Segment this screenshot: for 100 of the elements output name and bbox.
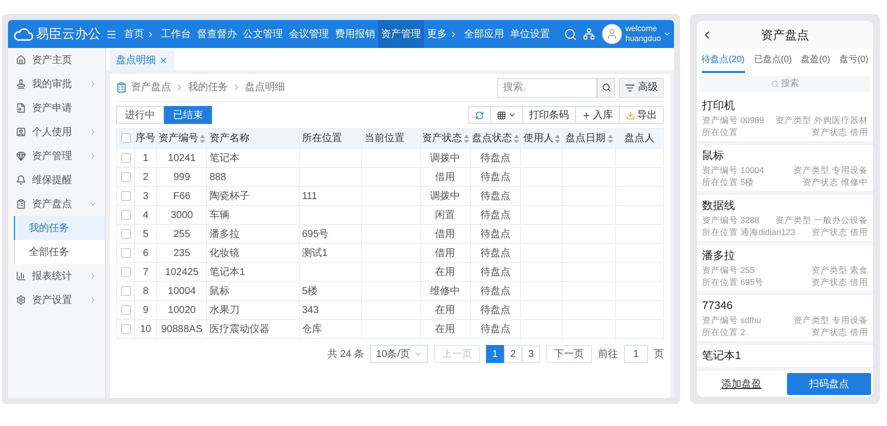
caret-icon[interactable]: [663, 30, 671, 38]
menu-icon[interactable]: [106, 28, 117, 40]
advanced-button[interactable]: 高级: [619, 78, 664, 98]
checkbox[interactable]: [120, 172, 131, 182]
chevron-icon: [232, 83, 241, 92]
search-icon[interactable]: [564, 28, 578, 40]
checkbox[interactable]: [120, 190, 131, 201]
goto-page-field[interactable]: 1: [624, 345, 648, 363]
tab[interactable]: 待盘点(20): [702, 49, 745, 73]
page-number[interactable]: 3: [522, 345, 540, 363]
checkbox[interactable]: [120, 228, 131, 239]
nav-item[interactable]: 更多: [424, 20, 461, 48]
checkbox[interactable]: [120, 286, 131, 296]
print-barcode-button[interactable]: 打印条码: [523, 107, 576, 123]
chevron-icon: [175, 83, 184, 92]
nav-item[interactable]: 资产管理: [378, 20, 424, 48]
avatar[interactable]: [602, 24, 622, 44]
search-button[interactable]: [597, 78, 615, 98]
nav-item[interactable]: 费用报销: [332, 20, 378, 48]
asset-field: 资产状态 借用: [812, 126, 868, 138]
status-toggle[interactable]: 已结束: [164, 106, 212, 124]
breadcrumb-item[interactable]: 资产盘点: [131, 80, 171, 95]
sort-icon[interactable]: [200, 134, 206, 142]
checkbox[interactable]: [120, 133, 131, 144]
sidebar-item[interactable]: 资产申请: [8, 96, 105, 120]
asset-title: 打印机: [702, 99, 736, 113]
asset-title: 笔记本1: [702, 349, 742, 363]
table-cell: 借用: [435, 172, 456, 182]
search-placeholder: 搜索: [781, 77, 799, 90]
nav-item[interactable]: 督查督办: [194, 20, 240, 48]
sidebar-item[interactable]: 资产管理: [8, 144, 105, 168]
tab[interactable]: 已盘点(0): [754, 49, 792, 73]
breadcrumb-item: 盘点明细: [245, 80, 285, 95]
asset-field: 资产类型 素食: [812, 264, 868, 276]
sort-icon[interactable]: [608, 134, 612, 142]
asset-card[interactable]: 鼠标 资产编号 10004 资产类型 专用设备 所在位置 5楼 资产状态 维修中: [697, 145, 873, 195]
page-number[interactable]: 2: [504, 345, 522, 363]
checkbox[interactable]: [120, 152, 131, 163]
table-cell: 待盘点: [480, 324, 510, 334]
checkbox[interactable]: [120, 304, 131, 315]
sidebar-subitem[interactable]: 全部任务: [14, 240, 105, 264]
asset-field: 所在位置 通海didian123: [702, 226, 796, 238]
asset-card[interactable]: 潘多拉 资产编号 255 资产类型 素食 所在位置 695号 资产状态 借用: [697, 245, 873, 295]
sidebar-subitem[interactable]: 我的任务: [14, 216, 105, 240]
page-tab[interactable]: 盘点明细: [110, 50, 174, 70]
sort-icon[interactable]: [555, 134, 560, 142]
sidebar-item[interactable]: 资产盘点: [8, 192, 105, 216]
org-chart-icon[interactable]: [583, 28, 596, 40]
close-icon[interactable]: [159, 56, 168, 64]
table-cell: 102425: [165, 266, 199, 278]
sidebar-item[interactable]: 我的审批: [8, 72, 105, 96]
asset-title: 潘多拉: [702, 249, 736, 263]
nav-item[interactable]: 工作台: [158, 20, 194, 48]
asset-card[interactable]: 77346 资产编号 sdfhu 资产类型 专用设备 所在位置 2 资产状态 借用: [697, 295, 873, 345]
asset-field: 资产编号 sdfhu: [702, 314, 762, 326]
stamp-icon: [16, 79, 26, 89]
nav-item[interactable]: 首页: [121, 20, 158, 48]
table-cell: 闲置: [435, 210, 456, 220]
table-cell: 695号: [302, 228, 329, 240]
page-number[interactable]: 1: [486, 345, 504, 363]
nav-item[interactable]: 单位设置: [507, 20, 553, 48]
caret-icon: [414, 350, 422, 358]
status-toggle[interactable]: 进行中: [116, 106, 164, 124]
sidebar-item[interactable]: 资产设置: [8, 288, 105, 312]
nav-item[interactable]: 会议管理: [286, 20, 332, 48]
settings-icon: [16, 295, 26, 305]
table-cell: 借用: [435, 248, 456, 258]
sidebar-item[interactable]: 个人使用: [8, 120, 105, 144]
table-cell: 9: [142, 304, 148, 316]
scan-button[interactable]: 扫码盘点: [786, 373, 871, 395]
search-field[interactable]: 搜索.: [497, 78, 597, 98]
gem-icon: [16, 151, 26, 161]
asset-field: 资产编号 255: [702, 264, 755, 276]
stock-in-button[interactable]: 入库: [576, 107, 620, 123]
export-button[interactable]: 导出: [620, 107, 663, 123]
sidebar-item[interactable]: 维保提醒: [8, 168, 105, 192]
sort-icon[interactable]: [464, 134, 469, 142]
sidebar-item[interactable]: 报表统计: [8, 264, 105, 288]
table-cell: 维修中: [430, 286, 460, 296]
tab[interactable]: 盘亏(0): [839, 49, 868, 73]
page-size-select[interactable]: 10条/页: [370, 345, 428, 363]
table-cell: 待盘点: [480, 190, 510, 202]
checkbox[interactable]: [120, 324, 131, 334]
checkbox[interactable]: [120, 266, 131, 277]
asset-card[interactable]: 打印机 资产编号 00989 资产类型 外购医疗器材 所在位置 资产状态 借用: [697, 95, 873, 145]
checkbox[interactable]: [120, 248, 131, 258]
clipboard-icon: [116, 82, 127, 93]
sort-icon[interactable]: [514, 134, 520, 142]
sidebar-item[interactable]: 资产主页: [8, 48, 105, 72]
next-page-button[interactable]: 下一页: [546, 345, 592, 363]
table-cell: 待盘点: [480, 266, 510, 278]
caret-icon: [508, 111, 516, 119]
breadcrumb-item[interactable]: 我的任务: [188, 80, 228, 95]
nav-item[interactable]: 公文管理: [240, 20, 286, 48]
tab[interactable]: 盘盈(0): [801, 49, 830, 73]
table-cell: 1: [142, 152, 148, 164]
table-cell: 在用: [435, 266, 456, 278]
checkbox[interactable]: [120, 210, 131, 220]
asset-card[interactable]: 数据线 资产编号 3288 资产类型 一般办公设备 所在位置 通海didian123 资产状态 借用: [697, 195, 873, 245]
nav-item[interactable]: 全部应用: [461, 20, 507, 48]
